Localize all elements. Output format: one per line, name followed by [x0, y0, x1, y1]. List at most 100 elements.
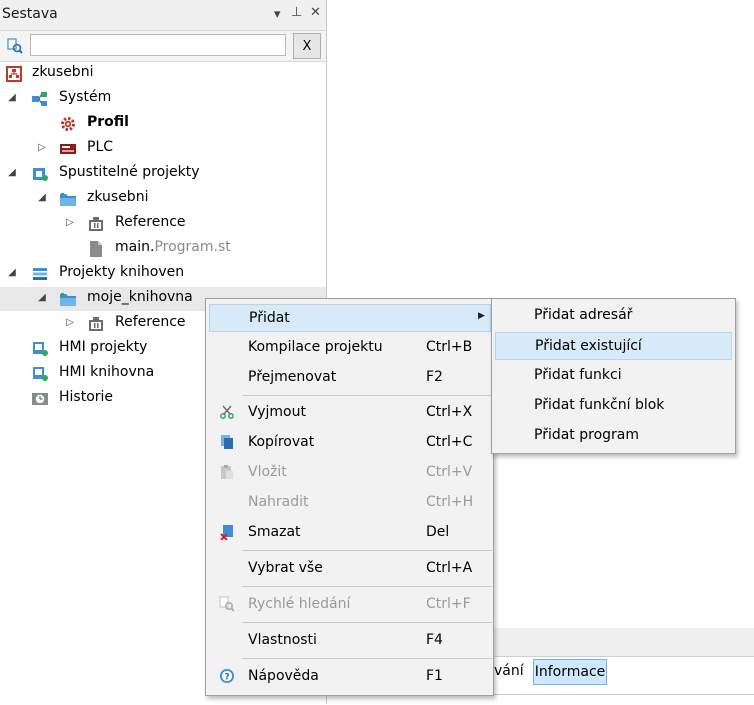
menu-label: Vložit	[248, 464, 287, 480]
menu-item-nahradit[interactable]: Nahradit Ctrl+H	[209, 489, 491, 517]
tree-item-plc[interactable]: ▷ PLC	[0, 137, 326, 161]
menu-item-kopirovat[interactable]: Kopírovat Ctrl+C	[209, 429, 491, 457]
collapsed-arrow-icon[interactable]: ▷	[64, 216, 76, 230]
tree-item-profil[interactable]: Profil	[0, 112, 326, 136]
menu-item-vyjmout[interactable]: Vyjmout Ctrl+X	[209, 399, 491, 427]
menu-shortcut: Ctrl+C	[426, 434, 473, 450]
tree-label: Historie	[59, 389, 114, 405]
menu-label: Přidat funkci	[534, 367, 622, 383]
search-filter-icon[interactable]	[6, 37, 24, 55]
library-projects-icon	[33, 268, 47, 280]
menu-item-vlastnosti[interactable]: Vlastnosti F4	[209, 627, 491, 655]
menu-item-vybrat-vse[interactable]: Vybrat vše Ctrl+A	[209, 555, 491, 583]
paste-icon	[221, 465, 233, 479]
submenu-item-funkcni-blok[interactable]: Přidat funkční blok	[495, 392, 732, 420]
menu-label: Nahradit	[248, 494, 309, 510]
executable-projects-icon	[33, 168, 48, 181]
menu-shortcut: F4	[426, 632, 443, 648]
close-icon[interactable]: ✕	[310, 5, 321, 20]
collapsed-arrow-icon[interactable]: ▷	[36, 141, 48, 155]
menu-shortcut: Ctrl+F	[426, 596, 471, 612]
collapsed-arrow-icon[interactable]: ▷	[64, 316, 76, 330]
menu-label: Přidat program	[534, 427, 640, 443]
tree-item-main-program[interactable]: main.Program.st	[0, 237, 326, 261]
gear-icon	[61, 117, 75, 131]
hmi-library-icon	[33, 367, 48, 381]
tree-label: Reference	[115, 314, 186, 330]
dropdown-icon[interactable]: ▾	[274, 7, 281, 22]
submenu-item-existujici[interactable]: Přidat existující	[495, 332, 732, 360]
pin-icon[interactable]: ⊥	[291, 5, 302, 20]
tree-label: Profil	[87, 114, 129, 130]
tab-partial[interactable]: vání	[494, 663, 524, 679]
clear-search-button[interactable]: X	[293, 33, 321, 59]
menu-separator	[242, 586, 492, 587]
search-row: X	[0, 31, 326, 62]
menu-label: Vyjmout	[248, 404, 306, 420]
menu-label: Vlastnosti	[248, 632, 317, 648]
menu-shortcut: Ctrl+B	[426, 339, 473, 355]
system-icon	[32, 92, 47, 106]
menu-label: Přidat existující	[535, 338, 642, 354]
delete-icon	[220, 525, 233, 540]
tree-item-system[interactable]: ◢ Systém	[0, 87, 326, 111]
tree-label: Projekty knihoven	[59, 264, 185, 280]
tree-item-root[interactable]: zkusebni	[0, 62, 326, 86]
file-name: main.	[115, 239, 155, 255]
expanded-arrow-icon[interactable]: ◢	[6, 91, 18, 105]
expanded-arrow-icon[interactable]: ◢	[6, 266, 18, 280]
submenu-pridat: Přidat adresář Přidat existující Přidat …	[491, 298, 736, 454]
tree-item-spustitelne[interactable]: ◢ Spustitelné projekty	[0, 162, 326, 186]
tree-label: moje_knihovna	[87, 289, 193, 305]
menu-shortcut: F2	[426, 369, 443, 385]
menu-item-prejmenovat[interactable]: Přejmenovat F2	[209, 364, 491, 392]
menu-label: Vybrat vše	[248, 560, 323, 576]
submenu-item-adresar[interactable]: Přidat adresář	[495, 302, 732, 330]
tree-label: Reference	[115, 214, 186, 230]
menu-label: Přidat	[249, 310, 290, 326]
menu-item-napoveda[interactable]: ? Nápověda F1	[209, 663, 491, 691]
menu-shortcut: F1	[426, 668, 443, 684]
scissors-icon	[220, 405, 234, 419]
tree-label: zkusebni	[32, 64, 94, 80]
copy-icon	[221, 435, 233, 449]
help-icon: ?	[220, 669, 234, 683]
history-icon	[32, 393, 48, 405]
tab-informace[interactable]: Informace	[533, 659, 607, 685]
tree-item-reference[interactable]: ▷ Reference	[0, 212, 326, 236]
menu-item-rychle-hledani[interactable]: Rychlé hledání Ctrl+F	[209, 591, 491, 619]
menu-item-kompilace[interactable]: Kompilace projektu Ctrl+B	[209, 334, 491, 362]
context-menu: Přidat ▶ Kompilace projektu Ctrl+B Přejm…	[205, 298, 494, 696]
submenu-item-funkci[interactable]: Přidat funkci	[495, 362, 732, 390]
tree-label: HMI projekty	[59, 339, 148, 355]
reference-icon	[89, 317, 103, 331]
submenu-arrow-icon: ▶	[478, 311, 485, 321]
tree-label: Systém	[59, 89, 112, 105]
submenu-item-program[interactable]: Přidat program	[495, 422, 732, 450]
expanded-arrow-icon[interactable]: ◢	[36, 191, 48, 205]
menu-label: Kopírovat	[248, 434, 315, 450]
folder-icon	[60, 193, 76, 206]
menu-shortcut: Ctrl+H	[426, 494, 474, 510]
tree-item-projekty-knihoven[interactable]: ◢ Projekty knihoven	[0, 262, 326, 286]
solution-icon	[6, 66, 22, 82]
tree-label: zkusebni	[87, 189, 149, 205]
expanded-arrow-icon[interactable]: ◢	[36, 291, 48, 305]
menu-label: Přidat funkční blok	[534, 397, 665, 413]
expanded-arrow-icon[interactable]: ◢	[6, 166, 18, 180]
menu-shortcut: Del	[426, 524, 450, 540]
menu-shortcut: Ctrl+A	[426, 560, 473, 576]
tree-item-zkusebni[interactable]: ◢ zkusebni	[0, 187, 326, 211]
tree-label: HMI knihovna	[59, 364, 155, 380]
file-extension: Program.st	[154, 239, 231, 255]
search-input[interactable]	[30, 34, 286, 56]
menu-label: Smazat	[248, 524, 301, 540]
menu-label: Rychlé hledání	[248, 596, 351, 612]
menu-item-vlozit[interactable]: Vložit Ctrl+V	[209, 459, 491, 487]
reference-icon	[89, 217, 103, 231]
menu-item-pridat[interactable]: Přidat ▶	[209, 304, 491, 332]
tree-label: Spustitelné projekty	[59, 164, 200, 180]
file-icon	[90, 241, 102, 257]
folder-icon	[60, 293, 76, 306]
menu-item-smazat[interactable]: Smazat Del	[209, 519, 491, 547]
